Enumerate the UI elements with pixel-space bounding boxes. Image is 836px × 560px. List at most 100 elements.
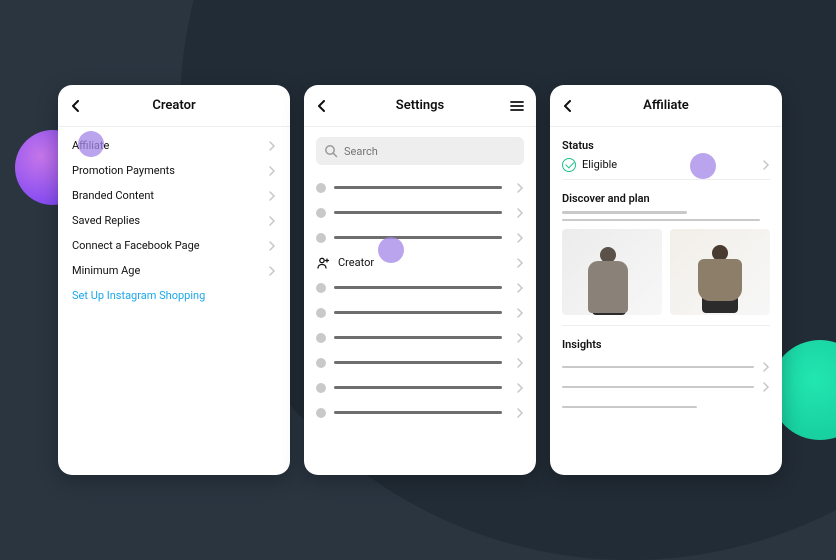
back-button[interactable] [562,100,574,112]
placeholder-icon [316,183,326,193]
menu-item-setup-shopping[interactable]: Set Up Instagram Shopping [70,283,278,308]
insight-item[interactable] [562,397,770,417]
placeholder-icon [316,333,326,343]
chevron-right-icon [762,362,770,372]
settings-item-placeholder[interactable] [316,275,524,300]
header-affiliate: Affiliate [550,85,782,127]
phone-settings: Settings [304,85,536,475]
chevron-right-icon [516,183,524,193]
insight-item[interactable] [562,357,770,377]
placeholder-bar [334,236,502,239]
creator-body: Affiliate Promotion Payments Branded Con… [58,127,290,475]
chevron-right-icon [268,241,276,251]
hamburger-button[interactable] [510,100,524,112]
chevron-right-icon [268,166,276,176]
menu-label: Minimum Age [72,264,140,277]
discover-skeleton [562,211,770,221]
chevron-left-icon [70,100,82,112]
placeholder-bar [334,336,502,339]
settings-item-placeholder[interactable] [316,375,524,400]
discover-photos [562,229,770,315]
menu-item-connect-facebook[interactable]: Connect a Facebook Page [70,233,278,258]
section-divider [562,325,770,326]
page-title: Creator [152,98,195,113]
settings-item-placeholder[interactable] [316,225,524,250]
status-section-label: Status [562,139,770,152]
insights-section-label: Insights [562,338,770,351]
menu-label: Set Up Instagram Shopping [72,289,205,302]
skeleton-line [562,406,697,409]
placeholder-bar [334,386,502,389]
chevron-right-icon [516,283,524,293]
settings-item-placeholder[interactable] [316,400,524,425]
skeleton-line [562,386,754,389]
placeholder-icon [316,283,326,293]
placeholder-icon [316,408,326,418]
placeholder-icon [316,358,326,368]
checkmark-circle-icon [562,158,576,172]
settings-item-placeholder[interactable] [316,200,524,225]
skeleton-line [562,219,760,222]
chevron-right-icon [516,208,524,218]
phone-creator: Creator Affiliate Promotion Payments Bra… [58,85,290,475]
model-image [690,243,750,315]
header-settings: Settings [304,85,536,127]
placeholder-icon [316,383,326,393]
chevron-right-icon [762,382,770,392]
search-input[interactable] [344,145,516,158]
chevron-right-icon [268,141,276,151]
search-input-container[interactable] [316,137,524,165]
discover-section-label: Discover and plan [562,192,770,205]
menu-label: Promotion Payments [72,164,175,177]
discover-photo-1[interactable] [562,229,662,315]
settings-item-placeholder[interactable] [316,325,524,350]
placeholder-bar [334,311,502,314]
skeleton-line [562,366,754,369]
chevron-right-icon [516,333,524,343]
chevron-right-icon [268,266,276,276]
menu-label: Connect a Facebook Page [72,239,200,252]
chevron-right-icon [268,216,276,226]
phone-affiliate: Affiliate Status Eligible Discover and p… [550,85,782,475]
placeholder-bar [334,411,502,414]
settings-body: Creator [304,127,536,475]
menu-item-affiliate[interactable]: Affiliate [70,133,278,158]
menu-icon [510,100,524,112]
menu-label: Branded Content [72,189,154,202]
chevron-right-icon [516,408,524,418]
menu-item-promotion-payments[interactable]: Promotion Payments [70,158,278,183]
placeholder-icon [316,208,326,218]
page-title: Affiliate [643,98,689,113]
chevron-right-icon [516,308,524,318]
back-button[interactable] [70,100,82,112]
header-creator: Creator [58,85,290,127]
placeholder-icon [316,308,326,318]
back-button[interactable] [316,100,328,112]
settings-item-creator[interactable]: Creator [316,250,524,275]
insight-item[interactable] [562,377,770,397]
chevron-left-icon [562,100,574,112]
skeleton-line [562,211,687,214]
settings-label: Creator [338,256,508,269]
menu-item-branded-content[interactable]: Branded Content [70,183,278,208]
menu-label: Saved Replies [72,214,140,227]
settings-item-placeholder[interactable] [316,300,524,325]
placeholder-bar [334,186,502,189]
settings-item-placeholder[interactable] [316,350,524,375]
status-row-eligible[interactable]: Eligible [562,158,770,180]
menu-item-minimum-age[interactable]: Minimum Age [70,258,278,283]
chevron-right-icon [268,191,276,201]
chevron-left-icon [316,100,328,112]
model-image [582,243,642,315]
settings-item-placeholder[interactable] [316,175,524,200]
status-value: Eligible [582,158,756,171]
chevron-right-icon [516,258,524,268]
discover-photo-2[interactable] [670,229,770,315]
placeholder-icon [316,233,326,243]
affiliate-body: Status Eligible Discover and plan Insigh… [550,127,782,475]
chevron-right-icon [516,233,524,243]
chevron-right-icon [762,160,770,170]
menu-item-saved-replies[interactable]: Saved Replies [70,208,278,233]
search-icon [324,144,338,158]
placeholder-bar [334,286,502,289]
